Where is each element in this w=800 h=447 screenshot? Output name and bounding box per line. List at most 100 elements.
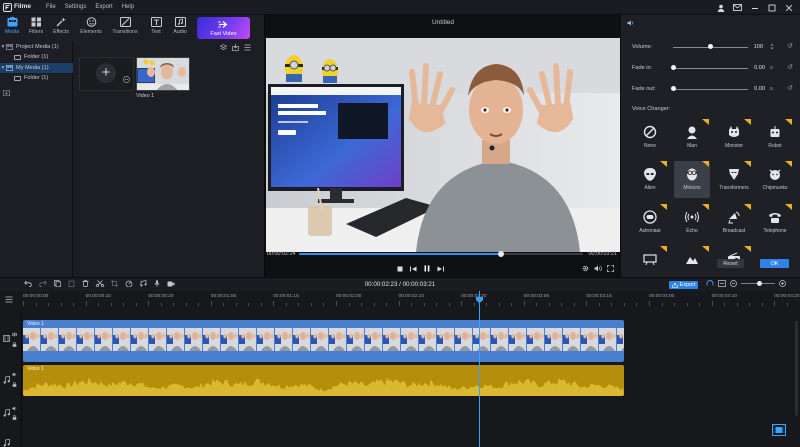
voice-option-astronaut[interactable]: Astronaut [632,204,668,241]
menu-file[interactable]: File [46,4,56,10]
volume-value[interactable]: 100 [750,44,763,50]
track-lock-icon[interactable] [12,382,17,387]
zoom-slider[interactable] [741,280,775,286]
voice-option-echo[interactable]: Echo [674,204,710,241]
fade-in-value[interactable]: 0.00 [748,65,765,71]
voice-option-robot[interactable]: Robot [757,119,793,156]
tab-filters[interactable]: Filters [24,17,48,39]
filters-icon [31,17,42,27]
close-icon[interactable] [783,2,794,13]
voice-option-monster[interactable]: Monster [716,119,752,156]
scrubber-handle[interactable] [497,250,504,257]
window-controls [715,2,794,13]
menu-settings[interactable]: Settings [65,4,87,10]
ok-button[interactable]: OK [760,259,789,268]
tab-elements[interactable]: Elements [79,17,103,39]
clip-thumbnail-frame [23,328,40,351]
voice-option-minions[interactable]: Minions [674,161,710,198]
voice-option-none[interactable]: None [632,119,668,156]
snap-icon[interactable] [706,280,714,287]
preview-scrubber[interactable] [299,250,583,257]
track-mute-icon[interactable] [12,372,17,377]
fade-out-slider[interactable] [670,86,748,92]
previous-frame-icon[interactable] [410,266,417,272]
video-clip[interactable]: Video 1 [23,320,624,362]
pause-icon[interactable] [424,265,430,272]
volume-stepper-icon[interactable] [770,43,774,50]
menu-export[interactable]: Export [95,4,112,10]
add-media-icon[interactable]: + [96,63,116,83]
clip-thumbnail-frame [41,328,58,351]
tree-project-media[interactable]: ▼ Project Media (1) [0,42,73,52]
account-icon[interactable] [715,2,726,13]
track-lock-icon[interactable] [12,342,17,347]
ruler-tick [761,303,763,306]
time-ruler[interactable]: 00:00:00:00 00:00:00:10 00:00:00:20 00:00:0… [22,291,800,313]
voice-option-broadcast[interactable]: Broadcast [716,204,752,241]
film-strip-icon[interactable] [772,424,786,436]
ruler-tick [48,303,50,306]
new-folder-icon[interactable] [3,90,10,96]
fade-in-reset-icon[interactable]: ↺ [787,63,793,71]
reset-button[interactable]: Reset [717,259,744,268]
playhead[interactable] [479,291,480,447]
volume-slider[interactable] [673,44,748,50]
zoom-out-icon[interactable] [730,280,737,287]
export-button[interactable]: Export [669,281,698,289]
voice-option-mountain[interactable] [674,246,710,269]
tree-project-folder[interactable]: Folder (1) [0,52,73,62]
fullscreen-icon[interactable] [607,265,614,272]
clip-thumbnail-frame [95,328,112,351]
timeline-scrollbar[interactable] [795,321,798,416]
tab-audio[interactable]: Audio [168,17,192,39]
tree-my-media[interactable]: ▼ My Media (1) [0,63,73,73]
track-menu-icon[interactable] [5,296,13,303]
fit-timeline-icon[interactable] [718,280,726,287]
voice-option-alien[interactable]: Alien [632,161,668,198]
mail-icon[interactable] [732,2,743,13]
voice-option-telephone[interactable]: Telephone [757,204,793,241]
audio-properties-panel: Volume: 100 ↺ Fade in: 0.00 s ↺ Fade out… [620,15,800,277]
maximize-icon[interactable] [766,2,777,13]
volume-reset-icon[interactable]: ↺ [787,42,793,50]
ruler-tick [686,303,688,306]
zoom-in-icon[interactable] [779,280,786,287]
fade-out-slider-handle[interactable] [670,86,676,92]
stop-icon[interactable] [397,266,403,272]
import-media-tile[interactable]: + [79,57,134,91]
voice-option-chipmunks[interactable]: Chipmunks [757,161,793,198]
voice-option-stage[interactable] [632,246,668,269]
minimize-icon[interactable] [749,2,760,13]
tab-media[interactable]: Media [0,17,24,39]
audio-clip[interactable]: Video 1 [23,365,624,396]
tab-text[interactable]: Text [144,17,168,39]
video-preview[interactable] [266,38,620,252]
voice-option-label: Man [687,143,697,149]
voice-option-man[interactable]: Man [674,119,710,156]
zoom-slider-handle[interactable] [757,280,762,286]
video-thumbnail[interactable] [136,57,190,91]
track-visibility-icon[interactable] [12,332,17,337]
settings-gear-icon[interactable] [582,265,589,272]
fade-in-slider-handle[interactable] [670,65,676,71]
tab-effects[interactable]: Effects [49,17,73,39]
fade-in-unit: s [770,64,773,71]
menu-help[interactable]: Help [122,4,134,10]
more-options-icon[interactable] [123,76,130,83]
track-mute-icon[interactable] [12,406,17,411]
video-thumbnail-label: Video 1 [136,93,155,99]
volume-icon[interactable] [594,265,602,272]
ruler-tick [436,303,438,306]
clip-thumbnail-frame [509,328,526,351]
video-track-icon [3,335,10,342]
fade-out-value[interactable]: 0.00 [748,86,765,92]
tab-transitions[interactable]: Transitions [112,17,138,39]
track-lock-icon[interactable] [12,415,17,420]
fade-in-slider[interactable] [670,65,748,71]
voice-option-transformers[interactable]: Transformers [716,161,752,198]
tree-my-folder[interactable]: Folder (1) [0,73,73,83]
volume-slider-handle[interactable] [708,44,713,50]
next-frame-icon[interactable] [437,266,444,272]
fast-video-button[interactable]: Fast Video [197,17,250,39]
fade-out-reset-icon[interactable]: ↺ [787,84,793,92]
